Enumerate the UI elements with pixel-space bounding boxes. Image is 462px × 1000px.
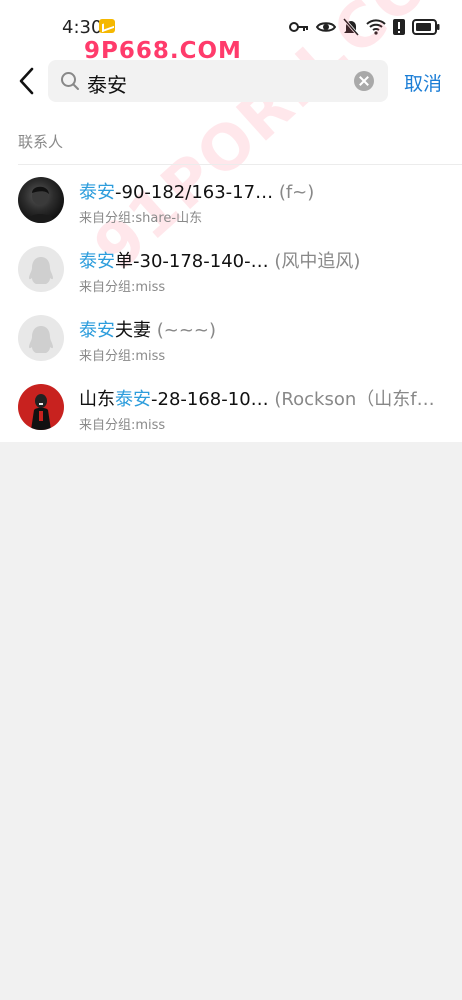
- contact-nickname: (Rockson（山东f…: [274, 389, 435, 410]
- back-arrow-icon: [19, 67, 34, 95]
- avatar: [18, 384, 64, 430]
- contact-group: 来自分组:miss: [79, 418, 166, 433]
- status-time: 4:30: [62, 17, 103, 38]
- battery-icon: [412, 19, 440, 35]
- contact-name: 泰安夫妻 (~~~): [79, 316, 449, 342]
- status-icons: [289, 17, 440, 37]
- back-button[interactable]: [12, 64, 44, 98]
- contact-nickname: (~~~): [156, 320, 217, 341]
- search-icon: [61, 72, 79, 90]
- name-match-highlight: 泰安: [79, 251, 115, 272]
- contact-name: 泰安-90-182/163-17… (f~): [79, 178, 449, 204]
- avatar: [18, 315, 64, 361]
- cancel-button[interactable]: 取消: [404, 69, 442, 96]
- clear-search-button[interactable]: [354, 71, 374, 91]
- search-input[interactable]: 泰安: [87, 69, 127, 98]
- contact-row[interactable]: 山东泰安-28-168-10… (Rockson（山东f… 来自分组:miss: [0, 373, 462, 442]
- name-prefix: 山东: [79, 389, 115, 410]
- name-suffix: 单-30-178-140-…: [115, 251, 269, 272]
- name-suffix: -90-182/163-17…: [115, 182, 274, 203]
- contact-nickname: (f~): [278, 182, 315, 203]
- name-match-highlight: 泰安: [115, 389, 151, 410]
- contact-nickname: (风中追风): [274, 251, 361, 272]
- key-icon: [289, 22, 308, 32]
- name-match-highlight: 泰安: [79, 182, 115, 203]
- contact-group: 来自分组:miss: [79, 349, 166, 364]
- avatar: [18, 177, 64, 223]
- contact-group: 来自分组:miss: [79, 280, 166, 295]
- wifi-icon: [366, 19, 386, 35]
- avatar: [18, 246, 64, 292]
- mute-icon: [343, 18, 359, 36]
- contact-name: 泰安单-30-178-140-… (风中追风): [79, 247, 449, 273]
- contact-row[interactable]: 泰安单-30-178-140-… (风中追风) 来自分组:miss: [0, 235, 462, 304]
- contact-row[interactable]: 泰安夫妻 (~~~) 来自分组:miss: [0, 304, 462, 373]
- divider: [18, 164, 462, 165]
- contact-group: 来自分组:share-山东: [79, 211, 203, 226]
- mail-notification-icon: [99, 19, 115, 33]
- section-label-contacts: 联系人: [18, 133, 64, 151]
- name-suffix: 夫妻: [115, 320, 151, 341]
- name-suffix: -28-168-10…: [151, 389, 269, 410]
- search-bar[interactable]: 泰安: [48, 60, 388, 102]
- penguin-icon: [29, 257, 53, 284]
- eye-icon: [316, 22, 336, 32]
- penguin-icon: [29, 326, 53, 353]
- alert-icon: [393, 19, 405, 35]
- name-match-highlight: 泰安: [79, 320, 115, 341]
- contact-row[interactable]: 泰安-90-182/163-17… (f~) 来自分组:share-山东: [0, 166, 462, 235]
- contact-name: 山东泰安-28-168-10… (Rockson（山东f…: [79, 385, 449, 411]
